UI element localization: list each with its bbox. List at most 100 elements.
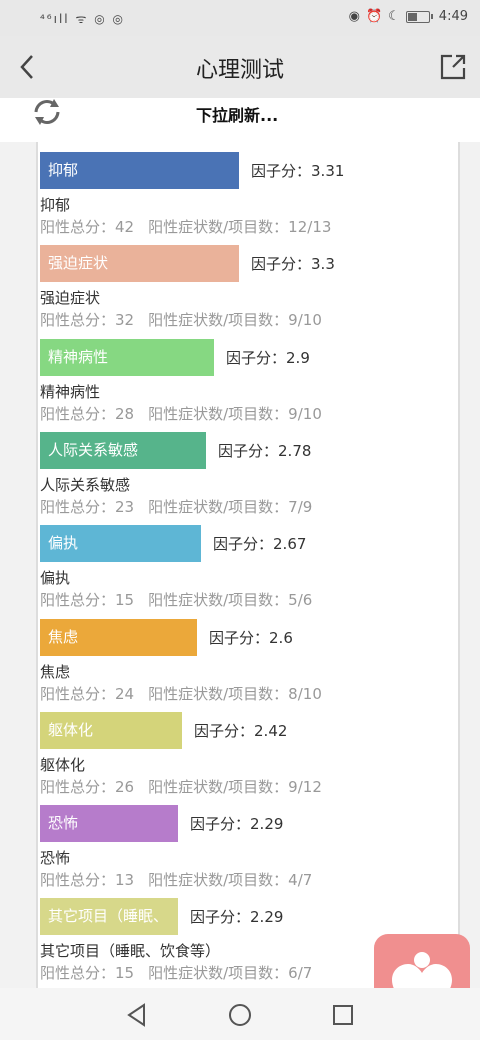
positive-total-label: 阳性总分： xyxy=(40,218,116,236)
factor-bar: 躯体化 xyxy=(40,711,182,749)
factor-bar: 精神病性 xyxy=(40,338,214,376)
score-prefix: 因子分： xyxy=(251,162,312,180)
symptom-ratio-label: 阳性症状数/项目数： xyxy=(148,497,289,516)
symptom-ratio-label: 阳性症状数/项目数： xyxy=(148,591,289,610)
factor-score: 因子分：2.29 xyxy=(190,906,283,927)
positive-total-value: 28 xyxy=(115,404,135,423)
factor-stats: 阳性总分：28 阳性症状数/项目数：9/10 xyxy=(40,403,336,424)
refresh-text: 下拉刷新... xyxy=(196,106,279,125)
app-header: 心理测试 xyxy=(0,36,480,98)
factor-score: 因子分：2.6 xyxy=(209,627,293,648)
factor-item: 偏执 因子分：2.67 偏执 阳性总分：15 阳性症状数/项目数：5/6 xyxy=(38,525,458,618)
factor-name: 焦虑 xyxy=(40,662,71,681)
factor-list[interactable]: 抑郁 因子分：3.31 抑郁 阳性总分：42 阳性症状数/项目数：12/13 强迫症状 因子… xyxy=(36,142,460,988)
symptom-ratio-value: 5/6 xyxy=(288,591,313,610)
score-value: 3.3 xyxy=(311,255,335,274)
factor-item: 恐怖 因子分：2.29 恐怖 阳性总分：13 阳性症状数/项目数：4/7 xyxy=(38,805,458,898)
score-prefix: 因子分： xyxy=(190,815,251,834)
positive-total-label: 阳性总分： xyxy=(40,591,116,610)
score-prefix: 因子分： xyxy=(213,535,274,554)
nav-home-button[interactable] xyxy=(227,1002,253,1028)
nav-back-button[interactable] xyxy=(124,1002,150,1028)
symptom-ratio-value: 7/9 xyxy=(288,497,313,516)
factor-bar: 人际关系敏感 xyxy=(40,431,206,469)
positive-total-label: 阳性总分： xyxy=(40,684,116,703)
score-value: 2.42 xyxy=(254,721,288,740)
factor-bar: 强迫症状 xyxy=(40,245,239,283)
battery-icon xyxy=(405,10,430,23)
score-value: 2.78 xyxy=(278,441,312,460)
positive-total-label: 阳性总分： xyxy=(40,404,116,423)
factor-name: 躯体化 xyxy=(40,755,86,774)
square-recent-icon xyxy=(333,1005,353,1025)
alarm-icon: ⏰ xyxy=(365,9,383,24)
nav-recent-button[interactable] xyxy=(330,1002,356,1028)
status-right: ◉ ⏰ ☾ 4:49 xyxy=(349,9,468,24)
factor-stats: 阳性总分：42 阳性症状数/项目数：12/13 xyxy=(40,216,345,237)
score-prefix: 因子分： xyxy=(251,255,312,274)
factor-bar: 其它项目（睡眠、 xyxy=(40,898,178,936)
factor-bar: 抑郁 xyxy=(40,152,239,189)
factor-item: 抑郁 因子分：3.31 抑郁 阳性总分：42 阳性症状数/项目数：12/13 xyxy=(38,152,458,245)
factor-item: 躯体化 因子分：2.42 躯体化 阳性总分：26 阳性症状数/项目数：9/12 xyxy=(38,711,458,805)
share-icon xyxy=(440,54,466,80)
battery-nub xyxy=(430,14,433,19)
pull-refresh: 下拉刷新... xyxy=(0,98,480,142)
factor-name: 精神病性 xyxy=(40,382,101,401)
symptom-ratio-value: 12/13 xyxy=(288,218,332,236)
factor-score: 因子分：2.9 xyxy=(226,347,310,368)
positive-total-label: 阳性总分： xyxy=(40,964,116,983)
factor-bar: 焦虑 xyxy=(40,618,197,656)
page-title: 心理测试 xyxy=(195,58,284,83)
status-bar: ⁴⁶ıll ᯤ ◎ ◎ ◉ ⏰ ☾ 4:49 xyxy=(0,0,480,36)
score-value: 2.6 xyxy=(269,628,293,647)
factor-score: 因子分：3.3 xyxy=(251,253,335,274)
score-prefix: 因子分： xyxy=(226,348,287,367)
score-prefix: 因子分： xyxy=(209,628,270,647)
symptom-ratio-value: 9/12 xyxy=(288,777,322,796)
positive-total-label: 阳性总分： xyxy=(40,311,116,330)
score-prefix: 因子分： xyxy=(218,441,279,460)
share-button[interactable] xyxy=(438,52,468,82)
score-value: 2.67 xyxy=(273,535,307,554)
positive-total-value: 32 xyxy=(115,311,135,330)
factor-name: 其它项目（睡眠、饮食等） xyxy=(40,942,221,961)
factor-score: 因子分：2.78 xyxy=(218,440,311,461)
factor-item: 人际关系敏感 因子分：2.78 人际关系敏感 阳性总分：23 阳性症状数/项目数：7/9 xyxy=(38,431,458,525)
factor-item: 精神病性 因子分：2.9 精神病性 阳性总分：28 阳性症状数/项目数：9/10 xyxy=(38,338,458,432)
score-value: 2.29 xyxy=(250,815,284,834)
triangle-back-icon xyxy=(127,1003,145,1027)
positive-total-value: 13 xyxy=(115,871,135,890)
positive-total-value: 15 xyxy=(115,964,135,983)
factor-item: 焦虑 因子分：2.6 焦虑 阳性总分：24 阳性症状数/项目数：8/10 xyxy=(38,618,458,712)
factor-stats: 阳性总分：23 阳性症状数/项目数：7/9 xyxy=(40,496,326,517)
positive-total-value: 42 xyxy=(115,218,135,236)
symptom-ratio-label: 阳性症状数/项目数： xyxy=(148,311,289,330)
score-value: 3.31 xyxy=(311,162,345,180)
factor-stats: 阳性总分：13 阳性症状数/项目数：4/7 xyxy=(40,869,326,890)
factor-bar: 偏执 xyxy=(40,525,201,563)
factor-score: 因子分：2.67 xyxy=(213,533,306,554)
positive-total-label: 阳性总分： xyxy=(40,871,116,890)
factor-item: 强迫症状 因子分：3.3 强迫症状 阳性总分：32 阳性症状数/项目数：9/10 xyxy=(38,245,458,338)
factor-score: 因子分：3.31 xyxy=(251,160,344,181)
positive-total-value: 26 xyxy=(115,777,135,796)
score-prefix: 因子分： xyxy=(194,721,255,740)
eye-icon: ◉ xyxy=(348,9,360,24)
factor-stats: 阳性总分：15 阳性症状数/项目数：6/7 xyxy=(40,962,326,983)
status-time: 4:49 xyxy=(438,9,468,24)
symptom-ratio-value: 9/10 xyxy=(288,311,322,330)
factor-stats: 阳性总分：26 阳性症状数/项目数：9/12 xyxy=(40,776,336,797)
factor-name: 偏执 xyxy=(40,569,71,588)
positive-total-label: 阳性总分： xyxy=(40,777,116,796)
symptom-ratio-value: 9/10 xyxy=(288,404,322,423)
positive-total-value: 15 xyxy=(115,591,135,610)
factor-bar: 恐怖 xyxy=(40,805,178,843)
system-nav-bar xyxy=(0,988,480,1040)
symptom-ratio-label: 阳性症状数/项目数： xyxy=(148,684,289,703)
factor-name: 恐怖 xyxy=(40,849,71,868)
score-value: 2.9 xyxy=(286,348,310,367)
factor-stats: 阳性总分：15 阳性症状数/项目数：5/6 xyxy=(40,589,326,610)
factor-stats: 阳性总分：24 阳性症状数/项目数：8/10 xyxy=(40,683,336,704)
factor-name: 抑郁 xyxy=(40,196,71,214)
